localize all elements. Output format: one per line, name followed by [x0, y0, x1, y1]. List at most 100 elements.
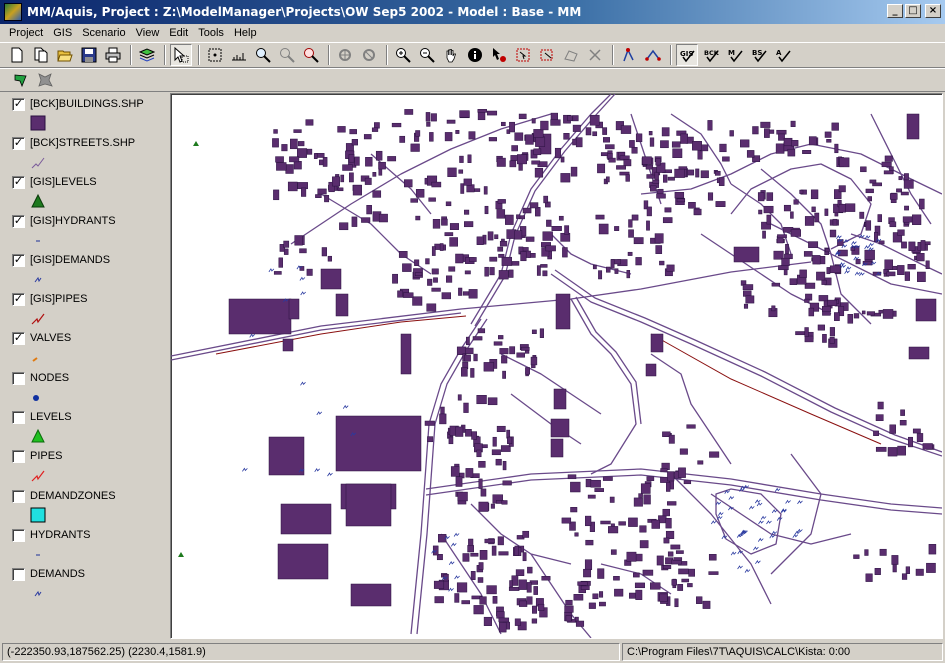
gis-tool-icon[interactable]: GIS	[676, 44, 698, 66]
building-footprint	[628, 517, 638, 527]
layer-gis-demands[interactable]: ✓ [GIS]DEMANDS	[10, 253, 165, 291]
layer-checkbox[interactable]	[12, 529, 25, 542]
minimize-button[interactable]: _	[887, 4, 903, 18]
building-footprint	[879, 548, 887, 556]
edit-shape-icon[interactable]	[560, 44, 582, 66]
building-footprint	[665, 530, 675, 539]
building-footprint	[403, 292, 414, 298]
green-shape-icon[interactable]	[10, 69, 32, 91]
bck-tool-icon[interactable]: BCK	[700, 44, 722, 66]
pan-hand-icon[interactable]	[440, 44, 462, 66]
building-footprint	[654, 233, 664, 244]
layer-bck-streets[interactable]: ✓ [BCK]STREETS.SHP	[10, 136, 165, 174]
print-icon[interactable]	[102, 44, 124, 66]
building-footprint	[829, 229, 837, 238]
demand-point	[717, 511, 724, 516]
menu-help[interactable]: Help	[229, 27, 262, 39]
building-footprint	[883, 170, 894, 175]
layer-gis-levels[interactable]: ✓ [GIS]LEVELS	[10, 175, 165, 213]
gray-shape-icon[interactable]	[34, 69, 56, 91]
layer-levels[interactable]: LEVELS	[10, 410, 165, 448]
layer-demandzones[interactable]: DEMANDZONES	[10, 489, 165, 527]
add-node-icon[interactable]	[618, 44, 640, 66]
building-footprint	[428, 197, 436, 202]
building-footprint	[483, 362, 495, 372]
zoom-in-icon[interactable]	[392, 44, 414, 66]
layer-valves[interactable]: ✓ VALVES	[10, 331, 165, 369]
layer-gis-pipes[interactable]: ✓ [GIS]PIPES	[10, 292, 165, 330]
check-tool-icon[interactable]: A	[772, 44, 794, 66]
layer-checkbox[interactable]: ✓	[12, 332, 25, 345]
layer-checkbox[interactable]	[12, 411, 25, 424]
building-footprint	[906, 113, 920, 140]
new-icon[interactable]	[6, 44, 28, 66]
layer-bck-buildings[interactable]: ✓ [BCK]BUILDINGS.SHP	[10, 97, 165, 135]
layer-checkbox[interactable]: ✓	[12, 176, 25, 189]
delete-element-icon[interactable]	[584, 44, 606, 66]
zoom-extent-icon[interactable]	[300, 44, 322, 66]
layer-checkbox[interactable]: ✓	[12, 254, 25, 267]
menu-tools[interactable]: Tools	[193, 27, 229, 39]
building-footprint	[896, 188, 902, 193]
layer-checkbox[interactable]: ✓	[12, 215, 25, 228]
app-icon[interactable]	[4, 3, 22, 21]
select-polygon-icon[interactable]	[536, 44, 558, 66]
building-footprint	[464, 270, 471, 275]
layer-checkbox[interactable]	[12, 372, 25, 385]
zoom-disabled-icon[interactable]	[276, 44, 298, 66]
menu-project[interactable]: Project	[4, 27, 48, 39]
new-copy-icon[interactable]	[30, 44, 52, 66]
building-footprint	[610, 259, 615, 269]
add-pipe-icon[interactable]	[642, 44, 664, 66]
close-button[interactable]: ×	[925, 4, 941, 18]
building-footprint	[425, 112, 431, 122]
building-footprint	[431, 287, 441, 292]
layer-checkbox[interactable]: ✓	[12, 98, 25, 111]
network-tool-b-icon[interactable]	[358, 44, 380, 66]
building-footprint	[900, 191, 909, 196]
layer-gis-hydrants[interactable]: ✓ [GIS]HYDRANTS	[10, 214, 165, 252]
building-footprint	[572, 115, 579, 122]
building-footprint	[415, 189, 425, 198]
layer-pipes[interactable]: PIPES	[10, 449, 165, 487]
layer-label: [GIS]LEVELS	[30, 176, 97, 188]
building-footprint	[470, 368, 475, 378]
layer-checkbox[interactable]	[12, 568, 25, 581]
building-footprint	[537, 603, 545, 611]
layer-label: DEMANDS	[30, 568, 86, 580]
building-footprint	[570, 507, 578, 513]
layer-demands[interactable]: DEMANDS	[10, 567, 165, 605]
layers-icon[interactable]	[136, 44, 158, 66]
layer-checkbox[interactable]: ✓	[12, 137, 25, 150]
layer-checkbox[interactable]: ✓	[12, 293, 25, 306]
building-footprint	[313, 153, 318, 159]
building-footprint	[450, 466, 460, 477]
m-tool-icon[interactable]: M	[724, 44, 746, 66]
menu-gis[interactable]: GIS	[48, 27, 77, 39]
building-footprint	[680, 133, 688, 144]
bs-tool-icon[interactable]: BS	[748, 44, 770, 66]
menu-view[interactable]: View	[131, 27, 165, 39]
select-area-icon[interactable]	[204, 44, 226, 66]
map-canvas[interactable]	[170, 93, 943, 639]
layer-hydrants[interactable]: HYDRANTS	[10, 528, 165, 566]
demand-point	[757, 537, 764, 542]
zoom-out-icon[interactable]	[416, 44, 438, 66]
open-folder-icon[interactable]	[54, 44, 76, 66]
info-icon[interactable]	[464, 44, 486, 66]
measure-icon[interactable]	[228, 44, 250, 66]
save-icon[interactable]	[78, 44, 100, 66]
zoom-window-icon[interactable]	[252, 44, 274, 66]
select-pipe-icon[interactable]	[512, 44, 534, 66]
layer-checkbox[interactable]	[12, 490, 25, 503]
layer-nodes[interactable]: NODES	[10, 371, 165, 409]
maximize-button[interactable]: □	[905, 4, 921, 18]
menu-scenario[interactable]: Scenario	[77, 27, 130, 39]
layer-checkbox[interactable]	[12, 450, 25, 463]
select-node-icon[interactable]	[488, 44, 510, 66]
building-footprint	[827, 299, 838, 306]
menu-edit[interactable]: Edit	[164, 27, 193, 39]
building-footprint	[824, 248, 830, 253]
select-pointer-icon[interactable]	[170, 44, 192, 66]
network-tool-a-icon[interactable]	[334, 44, 356, 66]
